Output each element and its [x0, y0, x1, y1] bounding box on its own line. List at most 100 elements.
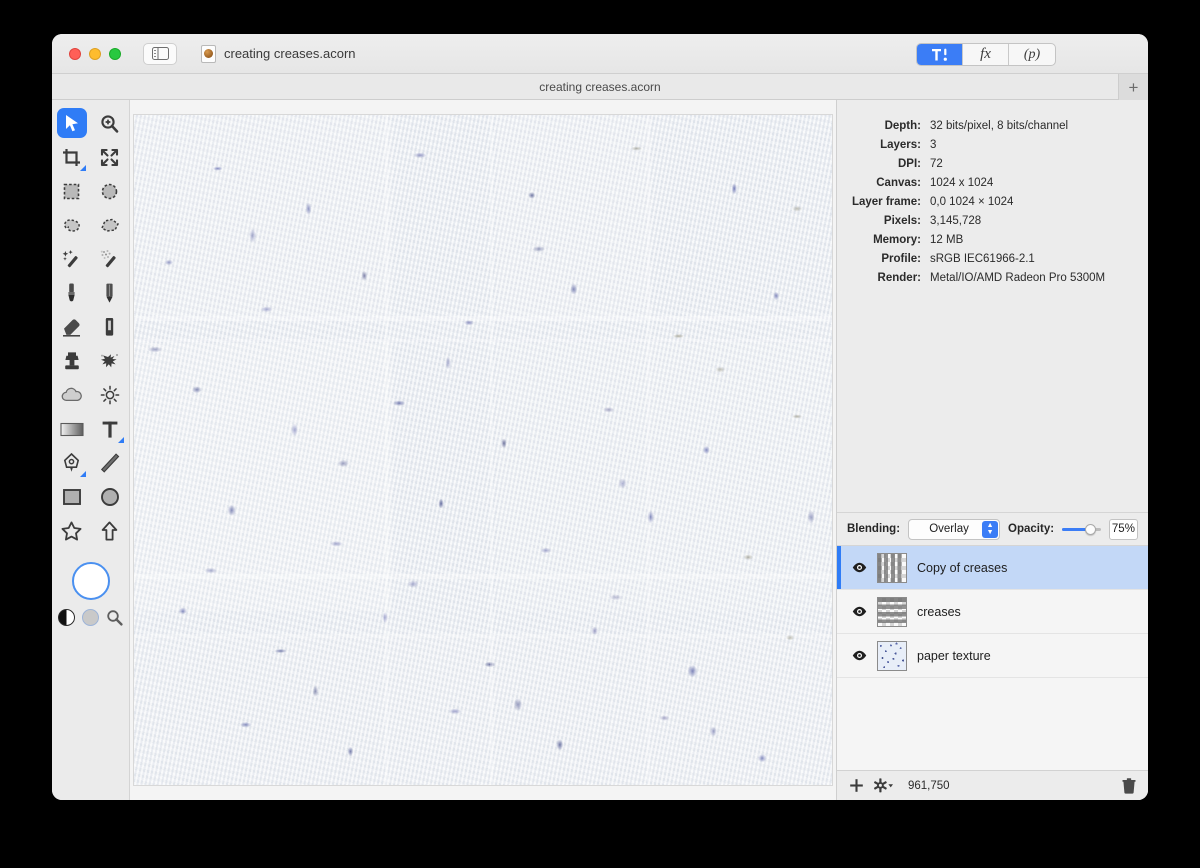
- gray-circle-icon[interactable]: [82, 609, 99, 626]
- elliptical-selection-tool[interactable]: [95, 176, 125, 206]
- arrow-shape-tool[interactable]: [95, 516, 125, 546]
- rectangular-selection-tool[interactable]: [57, 176, 87, 206]
- tab-tools[interactable]: [917, 44, 963, 65]
- eye-icon: [852, 562, 866, 573]
- pen-nib-icon: [63, 453, 80, 472]
- layers-list: Copy of creases creases paper texture: [837, 546, 1148, 770]
- canvas-area[interactable]: [130, 100, 836, 800]
- opacity-slider[interactable]: [1062, 522, 1101, 536]
- lasso-icon: [63, 218, 80, 232]
- magic-wand-dither-icon: [100, 250, 116, 268]
- panel-spacer: [837, 288, 1148, 512]
- layer-row[interactable]: creases: [837, 590, 1148, 634]
- zoom-button[interactable]: [109, 47, 121, 60]
- bezier-pen-tool[interactable]: [57, 448, 87, 478]
- magnifier-icon[interactable]: [106, 609, 123, 626]
- document-tab[interactable]: creating creases.acorn: [539, 80, 660, 94]
- plus-icon[interactable]: [849, 778, 864, 793]
- layer-name[interactable]: creases: [917, 605, 961, 619]
- foreground-color-swatch[interactable]: [71, 562, 110, 600]
- info-row: DPI: 72: [837, 155, 1138, 174]
- tool-row: [52, 278, 129, 308]
- opacity-field[interactable]: 75%: [1108, 518, 1138, 540]
- tool-row: [52, 516, 129, 546]
- slider-knob[interactable]: [1085, 523, 1097, 535]
- text-tool[interactable]: [95, 414, 125, 444]
- layer-visibility-toggle[interactable]: [851, 606, 867, 617]
- info-key: Canvas:: [876, 177, 921, 189]
- hammer-tools-icon: [931, 48, 947, 61]
- polygon-lasso-tool[interactable]: [95, 210, 125, 240]
- layer-row[interactable]: paper texture: [837, 634, 1148, 678]
- info-row: Render: Metal/IO/AMD Radeon Pro 5300M: [837, 269, 1138, 288]
- layer-visibility-toggle[interactable]: [851, 650, 867, 661]
- new-tab-button[interactable]: +: [1118, 74, 1148, 100]
- magic-wand-tool[interactable]: [57, 244, 87, 274]
- info-key: Memory:: [873, 234, 921, 246]
- blending-mode-select[interactable]: Overlay ▲ ▼: [908, 518, 1001, 540]
- marker-tool[interactable]: [95, 312, 125, 342]
- gear-dropdown-icon[interactable]: [873, 778, 895, 793]
- info-row: Layer frame: 0,0 1024 × 1024: [837, 193, 1138, 212]
- crop-tool[interactable]: [57, 142, 87, 172]
- tool-row: [52, 210, 129, 240]
- minimize-button[interactable]: [89, 47, 101, 60]
- document-chip[interactable]: creating creases.acorn: [201, 44, 356, 63]
- tab-palettes-label: (p): [1023, 46, 1041, 62]
- layer-name[interactable]: Copy of creases: [917, 561, 1007, 575]
- eraser-tool[interactable]: [57, 312, 87, 342]
- close-button[interactable]: [69, 47, 81, 60]
- tool-row: [52, 244, 129, 274]
- inspector-panel: Depth: 32 bits/pixel, 8 bits/channel Lay…: [836, 100, 1148, 800]
- smudge-tool[interactable]: [95, 346, 125, 376]
- ellipse-shape-tool[interactable]: [95, 482, 125, 512]
- clone-stamp-tool[interactable]: [57, 346, 87, 376]
- pencil-tool[interactable]: [95, 278, 125, 308]
- lasso-tool[interactable]: [57, 210, 87, 240]
- arrows-expand-icon: [100, 148, 119, 166]
- line-tool[interactable]: [95, 448, 125, 478]
- trash-icon[interactable]: [1122, 777, 1136, 794]
- ellipse-icon: [100, 488, 119, 506]
- info-value: 1024 x 1024: [930, 177, 994, 189]
- tool-options-badge: [79, 471, 86, 477]
- cursor-coordinates: 961,750: [908, 779, 950, 792]
- color-controls: [58, 562, 123, 626]
- layer-row[interactable]: Copy of creases: [837, 546, 1148, 590]
- brush-tool[interactable]: [57, 278, 87, 308]
- blur-tool[interactable]: [57, 380, 87, 410]
- sidebar-toggle-button[interactable]: [143, 42, 177, 65]
- layer-thumbnail[interactable]: [877, 552, 907, 583]
- instant-alpha-tool[interactable]: [95, 244, 125, 274]
- tab-filters[interactable]: fx: [963, 44, 1009, 65]
- tab-palettes[interactable]: (p): [1009, 44, 1055, 65]
- zoom-tool[interactable]: [95, 108, 125, 138]
- layer-thumbnail[interactable]: [877, 640, 907, 671]
- layer-visibility-toggle[interactable]: [851, 562, 867, 573]
- layer-name[interactable]: paper texture: [917, 649, 991, 663]
- marker-icon: [105, 317, 114, 336]
- info-key: Pixels:: [883, 215, 921, 227]
- layer-thumbnail[interactable]: [877, 596, 907, 627]
- dodge-burn-tool[interactable]: [95, 380, 125, 410]
- blending-mode-value: Overlay: [929, 523, 969, 535]
- image-canvas[interactable]: [133, 114, 833, 786]
- info-key: Depth:: [884, 120, 921, 132]
- arrow-up-icon: [101, 521, 118, 541]
- info-value: 72: [930, 158, 943, 170]
- smudge-splat-icon: [101, 354, 118, 368]
- transform-tool[interactable]: [95, 142, 125, 172]
- title-bar: creating creases.acorn fx (p): [52, 34, 1148, 74]
- document-tab-bar: creating creases.acorn +: [52, 74, 1148, 100]
- half-black-white-circle-icon[interactable]: [58, 609, 75, 626]
- info-key: DPI:: [898, 158, 921, 170]
- layers-toolbar: 961,750: [837, 770, 1148, 800]
- info-value: 12 MB: [930, 234, 964, 246]
- star-shape-tool[interactable]: [57, 516, 87, 546]
- sun-icon: [100, 385, 119, 405]
- info-row: Layers: 3: [837, 136, 1138, 155]
- move-tool[interactable]: [56, 108, 87, 138]
- cloud-icon: [61, 387, 82, 402]
- gradient-tool[interactable]: [57, 414, 87, 444]
- rectangle-shape-tool[interactable]: [57, 482, 87, 512]
